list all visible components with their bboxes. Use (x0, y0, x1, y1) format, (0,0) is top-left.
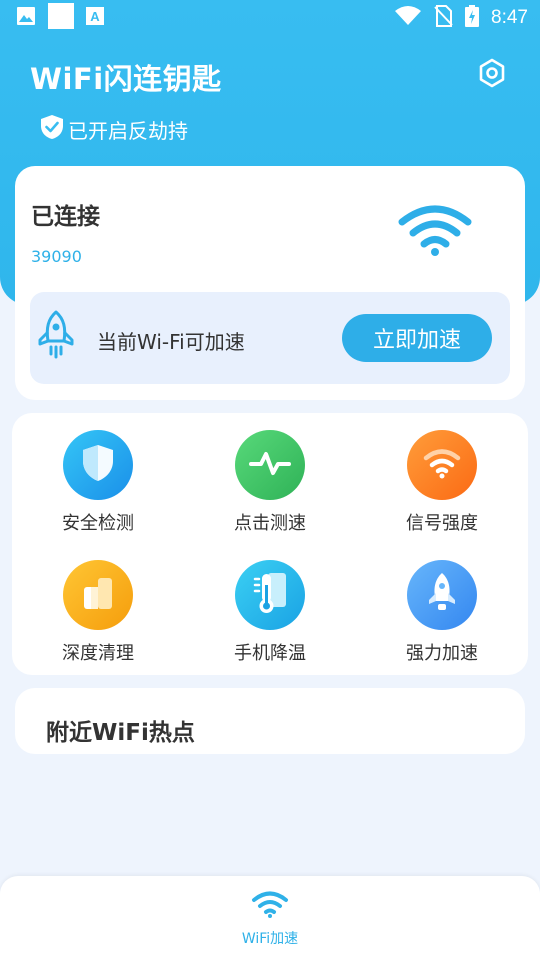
bottom-nav: WiFi加速 (0, 876, 540, 960)
no-sim-icon (433, 5, 453, 31)
status-bar: A 8:47 (0, 0, 540, 36)
tool-power-boost[interactable]: 强力加速 (382, 560, 502, 670)
settings-icon (477, 58, 507, 92)
tool-icon-circle (63, 560, 133, 630)
tool-label: 手机降温 (234, 643, 306, 664)
tool-security-check[interactable]: 安全检测 (38, 430, 158, 540)
tool-label: 深度清理 (62, 643, 134, 664)
tool-icon-circle (63, 430, 133, 500)
rocket-icon (37, 310, 75, 364)
tool-label: 点击测速 (234, 513, 306, 534)
wifi-icon (395, 6, 422, 30)
nearby-hotspots-card[interactable]: 附近WiFi热点 (15, 688, 525, 754)
shield-icon (80, 443, 116, 487)
settings-button[interactable] (474, 57, 510, 93)
svg-text:A: A (90, 9, 100, 24)
connection-card: 已连接 39090 当前Wi-Fi可加速 立即加速 (15, 166, 525, 400)
tool-phone-cooling[interactable]: 手机降温 (210, 560, 330, 670)
shield-check-icon (40, 114, 64, 145)
nearby-hotspots-title: 附近WiFi热点 (46, 720, 195, 746)
tools-grid: 安全检测 点击测速 信号强度 深度清理 手机降温 强力加速 (12, 413, 528, 675)
connection-status: 已连接 (31, 204, 100, 230)
wifi-icon (251, 890, 289, 922)
tool-label: 强力加速 (406, 643, 478, 664)
tool-icon-circle (235, 560, 305, 630)
thermometer-icon (252, 571, 288, 619)
clock: 8:47 (491, 7, 528, 28)
tool-speed-test[interactable]: 点击测速 (210, 430, 330, 540)
rocket-icon (424, 571, 460, 619)
pulse-icon (249, 449, 291, 481)
signal-icon (423, 447, 461, 483)
nav-item-wifi-boost[interactable]: WiFi加速 (220, 890, 320, 952)
tool-icon-circle (407, 560, 477, 630)
image-icon (16, 6, 36, 30)
tool-icon-circle (407, 430, 477, 500)
white-square-icon (48, 3, 74, 33)
clean-icon (81, 575, 115, 615)
wifi-signal-icon (398, 204, 472, 260)
tool-label: 信号强度 (406, 513, 478, 534)
boost-panel: 当前Wi-Fi可加速 立即加速 (30, 292, 510, 384)
anti-hijack-status: 已开启反劫持 (40, 114, 188, 145)
connected-ssid: 39090 (31, 247, 82, 266)
anti-hijack-label: 已开启反劫持 (68, 119, 188, 143)
battery-icon (465, 5, 480, 31)
tool-signal-strength[interactable]: 信号强度 (382, 430, 502, 540)
tool-deep-clean[interactable]: 深度清理 (38, 560, 158, 670)
boost-prompt: 当前Wi-Fi可加速 (97, 330, 245, 354)
app-title: WiFi闪连钥匙 (30, 62, 222, 96)
tool-icon-circle (235, 430, 305, 500)
tool-label: 安全检测 (62, 513, 134, 534)
boost-now-button[interactable]: 立即加速 (342, 314, 492, 362)
nav-item-label: WiFi加速 (241, 931, 299, 947)
text-a-icon: A (86, 7, 104, 29)
